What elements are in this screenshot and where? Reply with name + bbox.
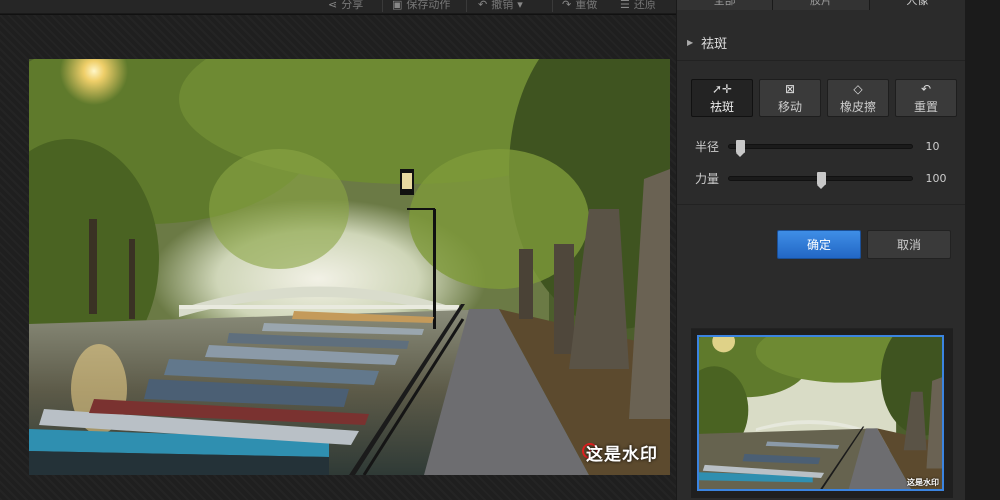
radius-label: 半径	[695, 139, 720, 154]
save-icon: ▣	[392, 0, 403, 11]
photo-canvas[interactable]: 这是水印	[29, 59, 670, 475]
watermark-text: 这是水印	[586, 445, 658, 465]
radius-slider-thumb[interactable]	[736, 139, 746, 157]
move-icon: ⊠	[784, 81, 796, 96]
section-title: 祛斑	[701, 37, 728, 52]
tool-group: ➚✛ 祛斑 ⊠ 移动 ◇ 橡皮擦 ↶ 重置	[691, 79, 957, 117]
toolbar-divider	[382, 0, 383, 12]
tab-film[interactable]: 胶片	[773, 0, 870, 10]
reset-icon: ↶	[920, 81, 932, 96]
save-action-button[interactable]: ▣ 保存动作	[392, 0, 450, 12]
top-toolbar: ⋖ 分享 ▣ 保存动作 ↶ 撤销 ▾ ↷ 重做 ☰ 还原	[0, 0, 676, 14]
radius-value: 10	[925, 139, 940, 153]
reset-tool-button[interactable]: ↶ 重置	[895, 79, 957, 117]
restore-icon: ☰	[620, 0, 630, 11]
thumbnail-photo-illustration	[699, 337, 942, 489]
tab-portrait[interactable]: 人像	[869, 0, 966, 10]
tool-label: 祛斑	[709, 99, 734, 114]
share-button[interactable]: ⋖ 分享	[328, 0, 363, 12]
strength-slider[interactable]	[728, 171, 914, 189]
toolbar-divider	[466, 0, 467, 12]
strength-value: 100	[925, 171, 947, 185]
tab-all[interactable]: 全部	[677, 0, 774, 10]
thumbnail-watermark-text: 这是水印	[907, 478, 939, 487]
confirm-button[interactable]: 确定	[777, 230, 861, 259]
navigator-panel: 这是水印	[691, 328, 953, 498]
share-icon: ⋖	[328, 0, 338, 11]
radius-slider[interactable]	[728, 139, 914, 157]
undo-button[interactable]: ↶ 撤销 ▾	[478, 0, 523, 12]
tool-label: 移动	[777, 99, 802, 114]
right-panel: 全部 胶片 人像 ▶ 祛斑 ➚✛ 祛斑 ⊠ 移动 ◇ 橡皮擦 ↶ 重置 半径 1…	[676, 0, 966, 500]
strength-slider-thumb[interactable]	[816, 171, 826, 189]
spot-removal-tool-button[interactable]: ➚✛ 祛斑	[691, 79, 753, 117]
move-tool-button[interactable]: ⊠ 移动	[759, 79, 821, 117]
section-header[interactable]: ▶ 祛斑	[677, 25, 966, 61]
eraser-icon: ◇	[853, 81, 863, 96]
category-tabs: 全部 胶片 人像	[677, 0, 966, 10]
triangle-right-icon: ▶	[687, 38, 694, 47]
strength-label: 力量	[695, 171, 720, 186]
navigator-thumbnail[interactable]: 这是水印	[697, 335, 944, 491]
undo-icon: ↶	[478, 0, 488, 11]
tool-label: 橡皮擦	[839, 99, 876, 114]
share-label: 分享	[341, 0, 364, 11]
canvas-workspace: 这是水印	[0, 15, 676, 500]
tool-label: 重置	[913, 99, 938, 114]
toolbar-divider	[552, 0, 553, 12]
panel-divider	[677, 204, 966, 205]
restore-button[interactable]: ☰ 还原	[620, 0, 656, 12]
save-action-label: 保存动作	[406, 0, 451, 11]
restore-label: 还原	[633, 0, 656, 11]
redo-button[interactable]: ↷ 重做	[562, 0, 597, 12]
redo-label: 重做	[575, 0, 598, 11]
radius-slider-row: 半径 10	[695, 138, 955, 157]
chevron-down-icon[interactable]: ▾	[517, 0, 523, 11]
park-photo-illustration	[29, 59, 670, 475]
window-edge	[965, 0, 1000, 500]
undo-label: 撤销	[491, 0, 514, 11]
cursor-plus-icon: ➚✛	[711, 81, 733, 96]
cancel-button[interactable]: 取消	[867, 230, 951, 259]
eraser-tool-button[interactable]: ◇ 橡皮擦	[827, 79, 889, 117]
redo-icon: ↷	[562, 0, 572, 11]
strength-slider-row: 力量 100	[695, 170, 955, 189]
